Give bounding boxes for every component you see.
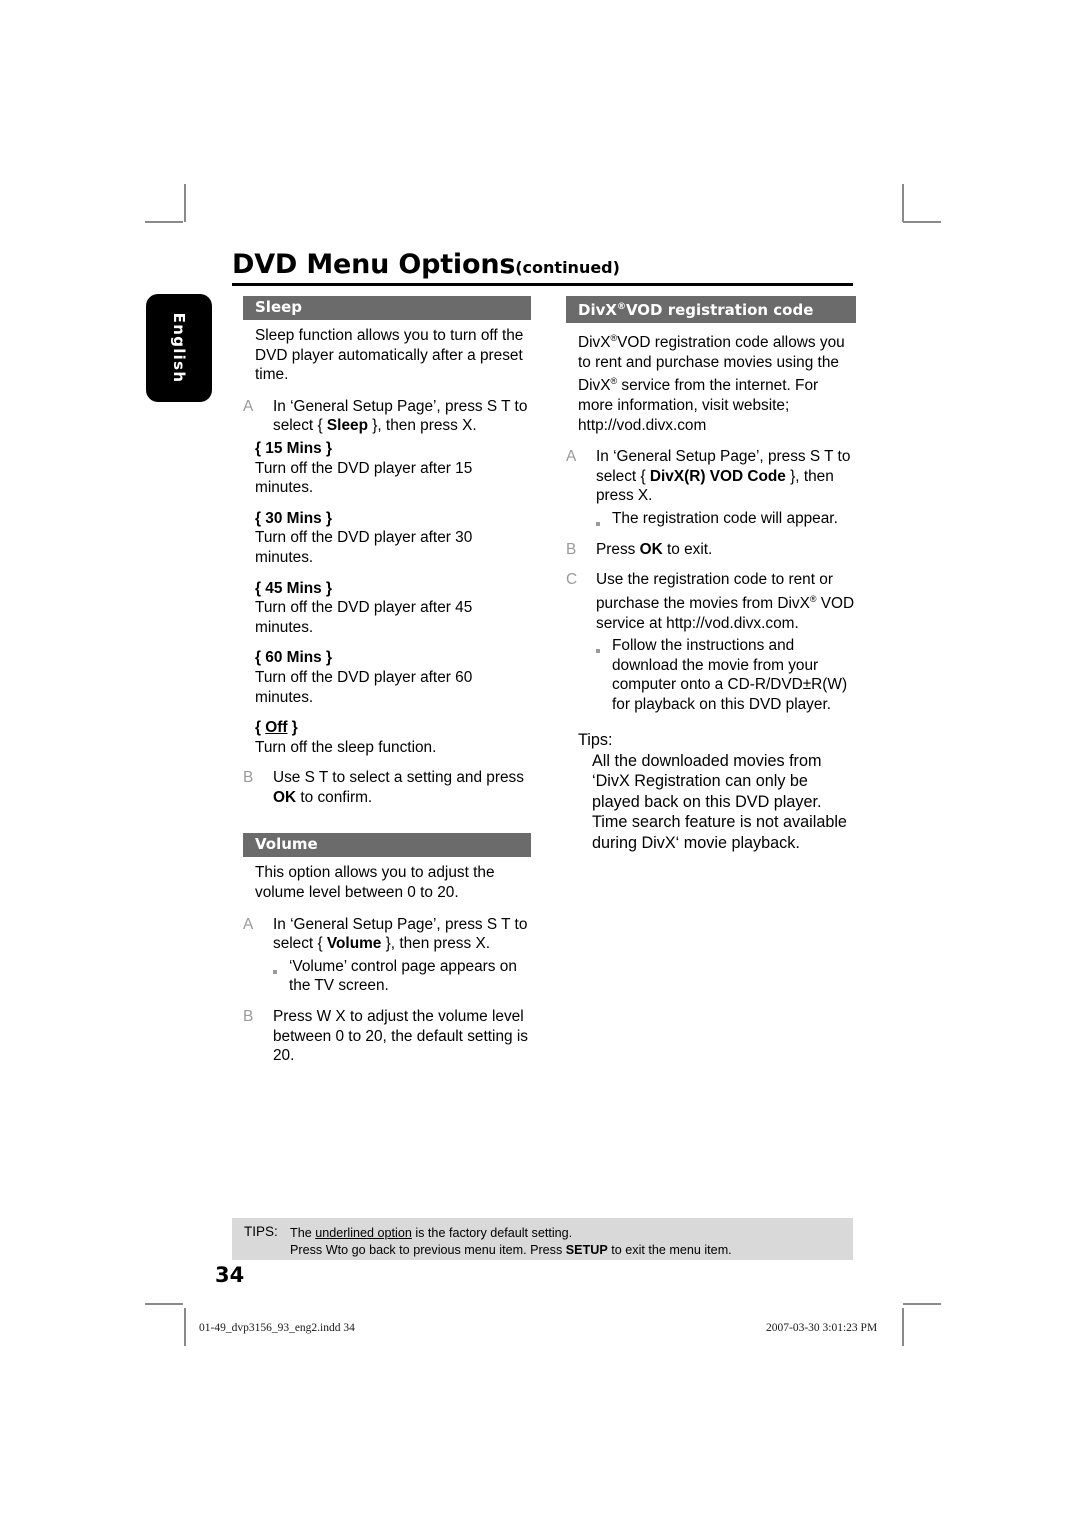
sleep-option-name: { 45 Mins } [255,579,332,597]
divx-step-c: C Use the registration code to rent or p… [566,570,856,633]
step-text-part1: Press [596,540,640,558]
step-keyword: OK [273,788,297,806]
crop-mark-top-right-vertical [902,184,904,222]
step-letter: A [243,397,254,415]
step-text-part2: to exit. [662,540,713,558]
page-title-main: DVD Menu Options [232,249,516,280]
title-underline-rule [232,283,853,286]
sleep-intro: Sleep function allows you to turn off th… [255,327,524,384]
sleep-option-name: { 60 Mins } [255,649,332,667]
sleep-option-desc: Turn off the DVD player after 45 minutes… [255,599,473,636]
footer-tips-bar: TIPS: The underlined option is the facto… [232,1218,853,1260]
footer-tips-line-2: Press Wto go back to previous menu item.… [290,1242,847,1259]
sleep-option-desc: Turn off the DVD player after 60 minutes… [255,668,473,706]
step-text-part2: to confirm. [296,788,373,806]
print-footer-timestamp: 2007-03-30 3:01:23 PM [766,1322,878,1334]
print-footer-filename: 01-49_dvp3156_93_eng2.indd 34 [199,1322,355,1334]
sleep-option: { 45 Mins } Turn off the DVD player afte… [243,579,531,638]
section-heading-sleep: Sleep [243,296,531,320]
sleep-option-name: { Off } [255,718,531,738]
step-text-part1: Use the registration code to rent or pur… [596,571,833,612]
step-text-part2: }, then press X. [381,935,491,953]
volume-step-b: B Press W X to adjust the volume level b… [243,1007,531,1066]
crop-mark-top-right-horizontal [903,221,941,223]
sleep-option-name: { 30 Mins } [255,509,332,527]
step-text-part1: Use S T to select a setting and press [273,769,524,787]
sleep-option-desc: Turn off the DVD player after 15 minutes… [255,459,473,497]
crop-mark-bottom-right-horizontal [903,1303,941,1305]
step-text: In ‘General Setup Page’, press S T to se… [273,398,527,435]
step-text: Press OK to exit. [596,541,712,558]
crop-mark-bottom-left-horizontal [145,1303,183,1305]
heading-text-part2: VOD registration code [625,301,814,319]
tips-line1-part1: The [290,1226,316,1240]
crop-mark-top-left-vertical [184,184,186,222]
page-title-continued: (continued) [515,258,620,277]
brace-open: { [255,719,266,737]
step-keyword: OK [639,540,663,558]
heading-text-part1: DivX [578,301,617,319]
step-text: In ‘General Setup Page’, press S T to se… [596,448,850,504]
default-setting-label: Off [265,719,288,737]
step-text: Use the registration code to rent or pur… [596,571,854,631]
step-keyword: Volume [326,935,382,953]
sleep-option-default-off: { Off } Turn off the sleep function. [243,718,531,757]
manual-page: DVD Menu Options(continued) English Slee… [0,0,1080,1527]
step-letter: A [566,448,577,466]
divx-substep-note: The registration code will appear. [566,509,856,529]
step-keyword: DivX(R) VOD Code [649,467,786,485]
language-tab-english: English [146,294,212,402]
step-letter: B [566,540,577,558]
left-column: Sleep Sleep function allows you to turn … [243,296,531,1077]
sleep-option-desc: Turn off the DVD player after 30 minutes… [255,529,473,566]
step-letter: C [566,571,578,589]
divx-substep-download-note: Follow the instructions and download the… [566,636,856,714]
sleep-step-b: B Use S T to select a setting and press … [243,768,531,807]
step-text-part2: }, then press X. [367,417,477,435]
tips-line1-part2: is the factory default setting. [411,1226,573,1240]
registered-trademark-icon: ® [616,302,626,312]
footer-tips-body: The underlined option is the factory def… [290,1225,847,1258]
crop-mark-bottom-right-vertical [902,1308,904,1346]
sleep-option-name: { 15 Mins } [255,439,332,457]
right-column: DivX®VOD registration code DivX®VOD regi… [566,296,856,853]
tips-item: Time search feature is not available dur… [592,813,847,852]
underlined-option-label: underlined option [315,1226,412,1240]
crop-mark-bottom-left-vertical [184,1308,186,1346]
sleep-option: { 60 Mins } Turn off the DVD player afte… [243,648,531,707]
setup-keyword: SETUP [565,1242,608,1257]
divx-intro: DivX®VOD registration code allows you to… [566,329,856,435]
tips-label: Tips: [578,731,613,750]
page-title: DVD Menu Options(continued) [232,249,852,280]
step-text: In ‘General Setup Page’, press S T to se… [273,916,527,953]
volume-substep-note: ‘Volume’ control page appears on the TV … [243,957,531,996]
tips-line2-part2: to exit the menu item. [607,1242,732,1257]
sleep-option-desc: Turn off the sleep function. [255,738,437,756]
volume-intro: This option allows you to adjust the vol… [255,864,495,902]
step-text: Use S T to select a setting and press OK… [273,769,524,806]
intro-part1: DivX [578,334,611,352]
step-keyword: Sleep [326,417,368,435]
section-heading-volume: Volume [243,833,531,858]
tips-item: All the downloaded movies from ‘DivX Reg… [592,751,822,811]
sleep-step-a: A In ‘General Setup Page’, press S T to … [243,397,531,436]
footer-tips-line-1: The underlined option is the factory def… [290,1225,847,1242]
step-letter: A [243,915,254,933]
crop-mark-top-left-horizontal [145,221,183,223]
page-number: 34 [215,1263,245,1287]
volume-step-a: A In ‘General Setup Page’, press S T to … [243,915,531,954]
section-heading-divx-vod: DivX®VOD registration code [566,296,856,323]
sleep-option: { 15 Mins } Turn off the DVD player afte… [243,439,531,498]
sleep-option: { 30 Mins } Turn off the DVD player afte… [243,509,531,568]
brace-close: } [287,719,298,737]
divx-tips-block: Tips: All the downloaded movies from ‘Di… [566,730,856,852]
step-letter: B [243,769,254,787]
footer-tips-label: TIPS: [244,1224,278,1239]
tips-line2-part1: Press Wto go back to previous menu item.… [290,1242,566,1257]
step-text: Press W X to adjust the volume level bet… [273,1008,528,1065]
divx-step-a: A In ‘General Setup Page’, press S T to … [566,447,856,506]
language-tab-label: English [170,312,188,384]
step-letter: B [243,1008,254,1026]
divx-step-b: B Press OK to exit. [566,540,856,560]
